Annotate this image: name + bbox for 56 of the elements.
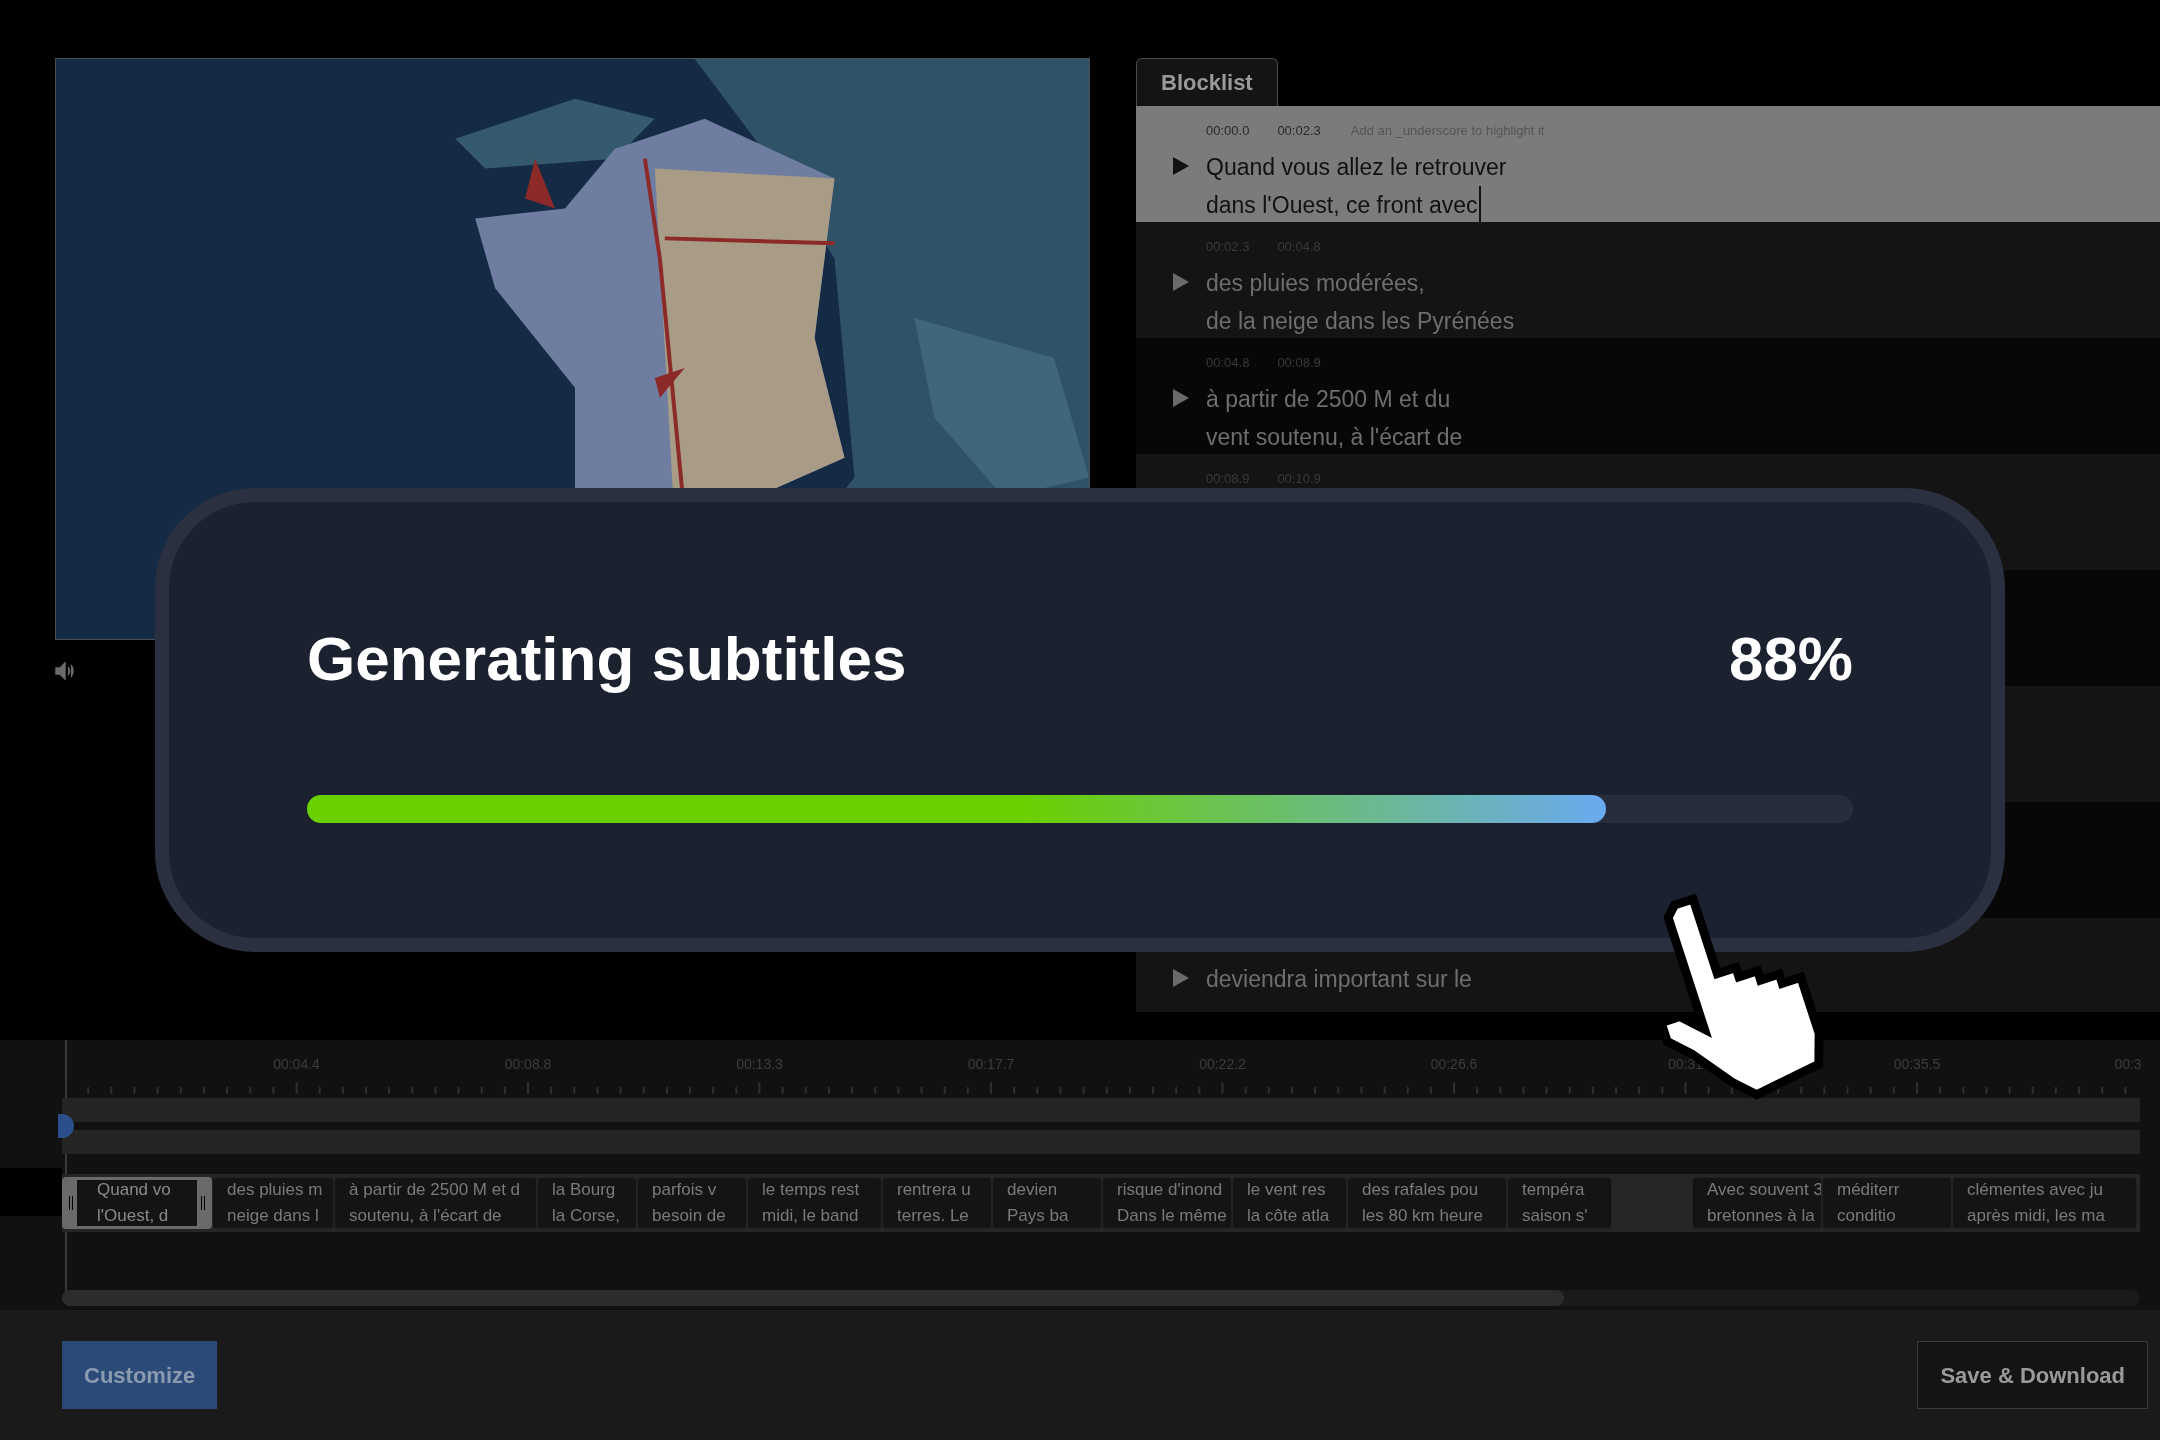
subtitle-clip[interactable]: tempéra saison s' <box>1507 1177 1612 1229</box>
subtitle-clip[interactable]: clémentes avec ju après midi, les ma <box>1952 1177 2137 1229</box>
subtitle-line[interactable]: de la neige dans les Pyrénées <box>1206 302 1515 340</box>
subtitle-clip[interactable]: parfois v besoin de <box>637 1177 747 1229</box>
subtitle-clip[interactable]: rentrera u terres. Le <box>882 1177 992 1229</box>
clip-text: après midi, les ma <box>1967 1205 2106 1227</box>
clip-text: Dans le même <box>1117 1205 1228 1227</box>
clip-text: clémentes avec ju <box>1967 1179 2105 1201</box>
subtitle-clip[interactable]: Quand vo l'Ouest, d <box>62 1177 212 1229</box>
clip-text: la côte atla <box>1247 1205 1331 1227</box>
progress-percent: 88% <box>1728 623 1853 695</box>
clip-text: méditerr <box>1837 1179 1901 1201</box>
subtitle-line[interactable]: vent soutenu, à l'écart de <box>1206 418 1463 456</box>
clip-text: soutenu, à l'écart de <box>349 1205 503 1227</box>
clip-text: Quand vo <box>97 1180 172 1201</box>
clip-text: bretonnes à la <box>1707 1205 1816 1227</box>
clip-text: la Corse, <box>552 1205 622 1227</box>
clip-text: rentrera u <box>897 1179 972 1201</box>
clip-text: les 80 km heure <box>1362 1205 1484 1227</box>
start-time: 00:00.0 <box>1206 122 1250 141</box>
customize-button[interactable]: Customize <box>62 1341 218 1409</box>
clip-text: la Bourg <box>552 1179 617 1201</box>
clip-text: des rafales pou <box>1362 1179 1480 1201</box>
subtitle-clip[interactable]: le temps rest midi, le band <box>747 1177 882 1229</box>
subtitle-line[interactable]: Quand vous allez le retrouver <box>1206 148 1507 186</box>
clip-text: des pluies m <box>227 1179 324 1201</box>
clip-text: terres. Le <box>897 1205 970 1227</box>
subtitle-line[interactable]: deviendra important sur le <box>1206 960 1472 998</box>
clip-text: besoin de <box>652 1205 727 1227</box>
end-time: 00:02.3 <box>1277 122 1321 141</box>
clip-text: l'Ouest, d <box>97 1205 170 1226</box>
clip-text: devien <box>1007 1179 1059 1201</box>
clip-text: midi, le band <box>762 1205 860 1227</box>
subtitle-clip[interactable]: des rafales pou les 80 km heure <box>1347 1177 1507 1229</box>
clip-text: saison s' <box>1522 1205 1589 1227</box>
subtitle-clip[interactable]: des pluies m neige dans l <box>212 1177 334 1229</box>
clip-text: neige dans l <box>227 1205 320 1227</box>
clip-text: à partir de 2500 M et d <box>349 1179 522 1201</box>
clip-text: le vent res <box>1247 1179 1327 1201</box>
clip-text: parfois v <box>652 1179 718 1201</box>
save-download-button[interactable]: Save & Download <box>1917 1341 2148 1409</box>
subtitle-clip[interactable]: le vent res la côte atla <box>1232 1177 1347 1229</box>
subtitle-clip[interactable]: devien Pays ba <box>992 1177 1102 1229</box>
clip-text: risque d'inond <box>1117 1179 1224 1201</box>
subtitle-clip[interactable]: à partir de 2500 M et d soutenu, à l'écart de <box>334 1177 537 1229</box>
subtitle-line[interactable]: des pluies modérées, <box>1206 264 1515 302</box>
subtitle-clip[interactable]: risque d'inond Dans le même <box>1102 1177 1232 1229</box>
blocklist-tab[interactable]: Blocklist <box>1136 58 1278 106</box>
subtitle-clip[interactable]: méditerr conditio <box>1822 1177 1952 1229</box>
clip-text: conditio <box>1837 1205 1897 1227</box>
subtitle-clip[interactable]: la Bourg la Corse, <box>537 1177 637 1229</box>
clip-text: le temps rest <box>762 1179 861 1201</box>
clip-text: tempéra <box>1522 1179 1586 1201</box>
clip-text: Pays ba <box>1007 1205 1070 1227</box>
dialog-title: Generating subtitles <box>307 623 907 695</box>
subtitle-line[interactable]: à partir de 2500 M et du <box>1206 380 1463 418</box>
